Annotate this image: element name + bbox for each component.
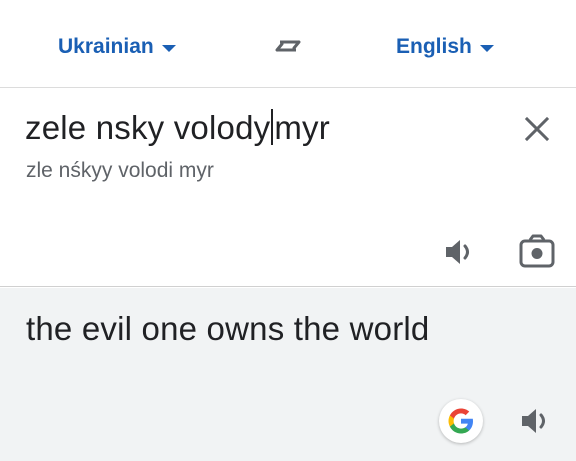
swap-arrows-icon	[275, 40, 301, 52]
close-icon	[524, 116, 550, 142]
translation-text: the evil one owns the world	[26, 310, 430, 347]
source-text-input[interactable]: zele nsky volody myr	[25, 109, 330, 147]
speaker-icon	[522, 409, 545, 433]
source-text-after-cursor: myr	[274, 109, 330, 146]
google-g-icon	[448, 408, 473, 434]
source-input-panel[interactable]: zele nsky volody myr zle nśkyy volodi my…	[0, 89, 576, 287]
transliteration-text: zle nśkyy volodi myr	[26, 159, 214, 182]
target-language-selector[interactable]: English	[396, 30, 494, 64]
camera-icon	[519, 234, 555, 268]
google-button[interactable]	[439, 399, 483, 443]
language-bar: Ukrainian English	[0, 0, 576, 88]
swap-languages-button[interactable]	[270, 30, 306, 64]
clear-input-button[interactable]	[519, 111, 555, 147]
source-language-selector[interactable]: Ukrainian	[58, 30, 176, 64]
dropdown-caret-icon	[161, 45, 176, 52]
source-language-label: Ukrainian	[58, 35, 154, 58]
target-language-label: English	[396, 35, 472, 58]
camera-translate-button[interactable]	[518, 234, 556, 270]
listen-translation-button[interactable]	[519, 405, 555, 437]
source-text-before-cursor: zele nsky volody	[25, 109, 271, 146]
listen-source-button[interactable]	[443, 236, 479, 268]
dropdown-caret-icon	[479, 45, 494, 52]
translation-output-panel: the evil one owns the world	[0, 288, 576, 461]
speaker-icon	[446, 240, 469, 264]
